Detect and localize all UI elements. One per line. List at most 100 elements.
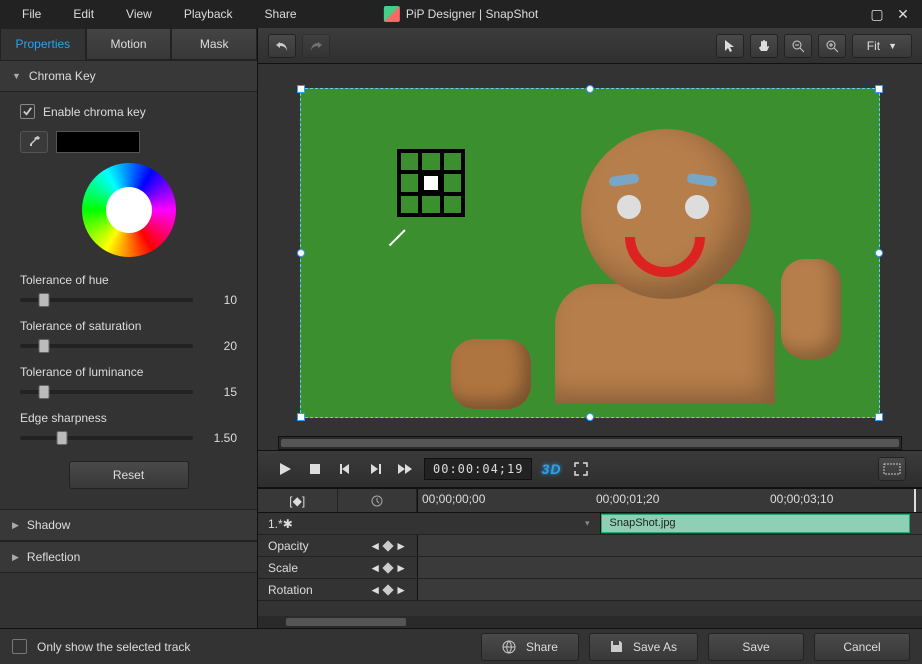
redo-button[interactable] (302, 34, 330, 58)
rotation-track[interactable] (418, 579, 922, 600)
timeline-ruler[interactable]: 00;00;00;00 00;00;01;20 00;00;03;10 (418, 489, 922, 512)
section-chroma-key[interactable]: ▼ Chroma Key (0, 60, 257, 92)
tolerance-hue-value: 10 (205, 293, 237, 307)
reset-button[interactable]: Reset (69, 461, 189, 489)
timeline-scrollbar[interactable] (258, 616, 922, 628)
section-shadow[interactable]: ▶ Shadow (0, 509, 257, 541)
save-button[interactable]: Save (708, 633, 804, 661)
clip[interactable]: SnapShot.jpg (601, 514, 911, 533)
keyframe-mode-button[interactable]: [◆] (258, 489, 338, 512)
undo-icon (275, 40, 289, 52)
color-wheel[interactable] (82, 163, 176, 257)
menu-playback[interactable]: Playback (170, 3, 247, 25)
save-icon (610, 640, 623, 653)
tab-motion[interactable]: Motion (86, 28, 172, 60)
zoom-in-button[interactable] (818, 34, 846, 58)
prev-frame-button[interactable] (334, 458, 356, 480)
preview-canvas[interactable] (300, 88, 880, 418)
resize-handle[interactable] (875, 85, 883, 93)
save-as-button[interactable]: Save As (589, 633, 698, 661)
cancel-button[interactable]: Cancel (814, 633, 910, 661)
minimize-icon[interactable]: ▢ (870, 7, 884, 21)
opacity-track[interactable] (418, 535, 922, 556)
preview-content (555, 284, 775, 404)
add-keyframe-icon[interactable] (382, 584, 393, 595)
chevron-down-icon: ▼ (888, 41, 897, 51)
color-sample-cursor[interactable] (397, 149, 465, 217)
section-reflection-label: Reflection (27, 550, 80, 564)
resize-handle[interactable] (297, 413, 305, 421)
play-button[interactable] (274, 458, 296, 480)
menu-edit[interactable]: Edit (59, 3, 108, 25)
playhead[interactable] (914, 489, 916, 512)
section-shadow-label: Shadow (27, 518, 70, 532)
share-button[interactable]: Share (481, 633, 579, 661)
wand-icon (389, 229, 406, 246)
tolerance-lum-slider[interactable] (20, 390, 193, 394)
properties-scroll[interactable]: ▼ Chroma Key Enable chroma key Tolerance… (0, 60, 257, 628)
window-title: PiP Designer | SnapShot (384, 6, 538, 22)
ruler-tick: 00;00;03;10 (770, 492, 833, 506)
stop-button[interactable] (304, 458, 326, 480)
timecode[interactable]: 00:00:04;19 (424, 458, 532, 480)
resize-handle[interactable] (297, 249, 305, 257)
resize-handle[interactable] (875, 249, 883, 257)
clock-mode-button[interactable] (338, 489, 418, 512)
enable-chroma-label: Enable chroma key (43, 105, 146, 119)
edge-sharpness-label: Edge sharpness (20, 411, 237, 425)
edge-sharpness-slider[interactable] (20, 436, 193, 440)
fullscreen-button[interactable] (570, 458, 592, 480)
scale-track[interactable] (418, 557, 922, 578)
globe-icon (502, 640, 516, 654)
hand-icon (757, 39, 771, 53)
tolerance-hue-slider[interactable] (20, 298, 193, 302)
prop-opacity[interactable]: Opacity◄► (258, 535, 418, 556)
section-reflection[interactable]: ▶ Reflection (0, 541, 257, 573)
only-show-checkbox[interactable] (12, 639, 27, 654)
resize-handle[interactable] (586, 85, 594, 93)
prop-rotation[interactable]: Rotation◄► (258, 579, 418, 600)
tab-properties[interactable]: Properties (0, 28, 86, 60)
playback-bar: 00:00:04;19 3D (258, 450, 922, 488)
redo-icon (309, 40, 323, 52)
clip-track[interactable]: SnapShot.jpg (601, 513, 922, 534)
zoom-out-button[interactable] (784, 34, 812, 58)
menu-view[interactable]: View (112, 3, 166, 25)
add-keyframe-icon[interactable] (382, 540, 393, 551)
menu-share[interactable]: Share (251, 3, 311, 25)
undo-button[interactable] (268, 34, 296, 58)
collapse-icon: ▼ (12, 71, 21, 81)
edge-sharpness-value: 1.50 (205, 431, 237, 445)
preview-scrubber[interactable] (278, 436, 902, 450)
safe-zone-button[interactable] (878, 457, 906, 481)
resize-handle[interactable] (586, 413, 594, 421)
prop-scale[interactable]: Scale◄► (258, 557, 418, 578)
track-menu-icon[interactable]: ▾ (585, 518, 590, 529)
panel-tabs: Properties Motion Mask (0, 28, 257, 60)
tab-mask[interactable]: Mask (171, 28, 257, 60)
color-swatch[interactable] (56, 131, 140, 153)
resize-handle[interactable] (297, 85, 305, 93)
next-frame-button[interactable] (364, 458, 386, 480)
next-frame-icon (369, 463, 381, 475)
preview-content (617, 195, 641, 219)
tolerance-sat-slider[interactable] (20, 344, 193, 348)
preview-toolbar: Fit▼ (258, 28, 922, 64)
fast-forward-button[interactable] (394, 458, 416, 480)
clock-icon (371, 495, 383, 507)
prev-frame-icon (339, 463, 351, 475)
expand-icon: ▶ (12, 520, 19, 531)
zoom-fit-dropdown[interactable]: Fit▼ (852, 34, 912, 58)
track-header[interactable]: 1.*✱▾ (258, 513, 601, 534)
pointer-tool[interactable] (716, 34, 744, 58)
add-keyframe-icon[interactable] (382, 562, 393, 573)
enable-chroma-checkbox[interactable]: Enable chroma key (20, 104, 237, 119)
menu-file[interactable]: File (8, 3, 55, 25)
pan-tool[interactable] (750, 34, 778, 58)
eyedropper-button[interactable] (20, 131, 48, 153)
resize-handle[interactable] (875, 413, 883, 421)
footer: Only show the selected track Share Save … (0, 628, 922, 664)
tolerance-sat-label: Tolerance of saturation (20, 319, 237, 333)
close-icon[interactable]: ✕ (896, 7, 910, 21)
3d-toggle[interactable]: 3D (540, 458, 562, 480)
